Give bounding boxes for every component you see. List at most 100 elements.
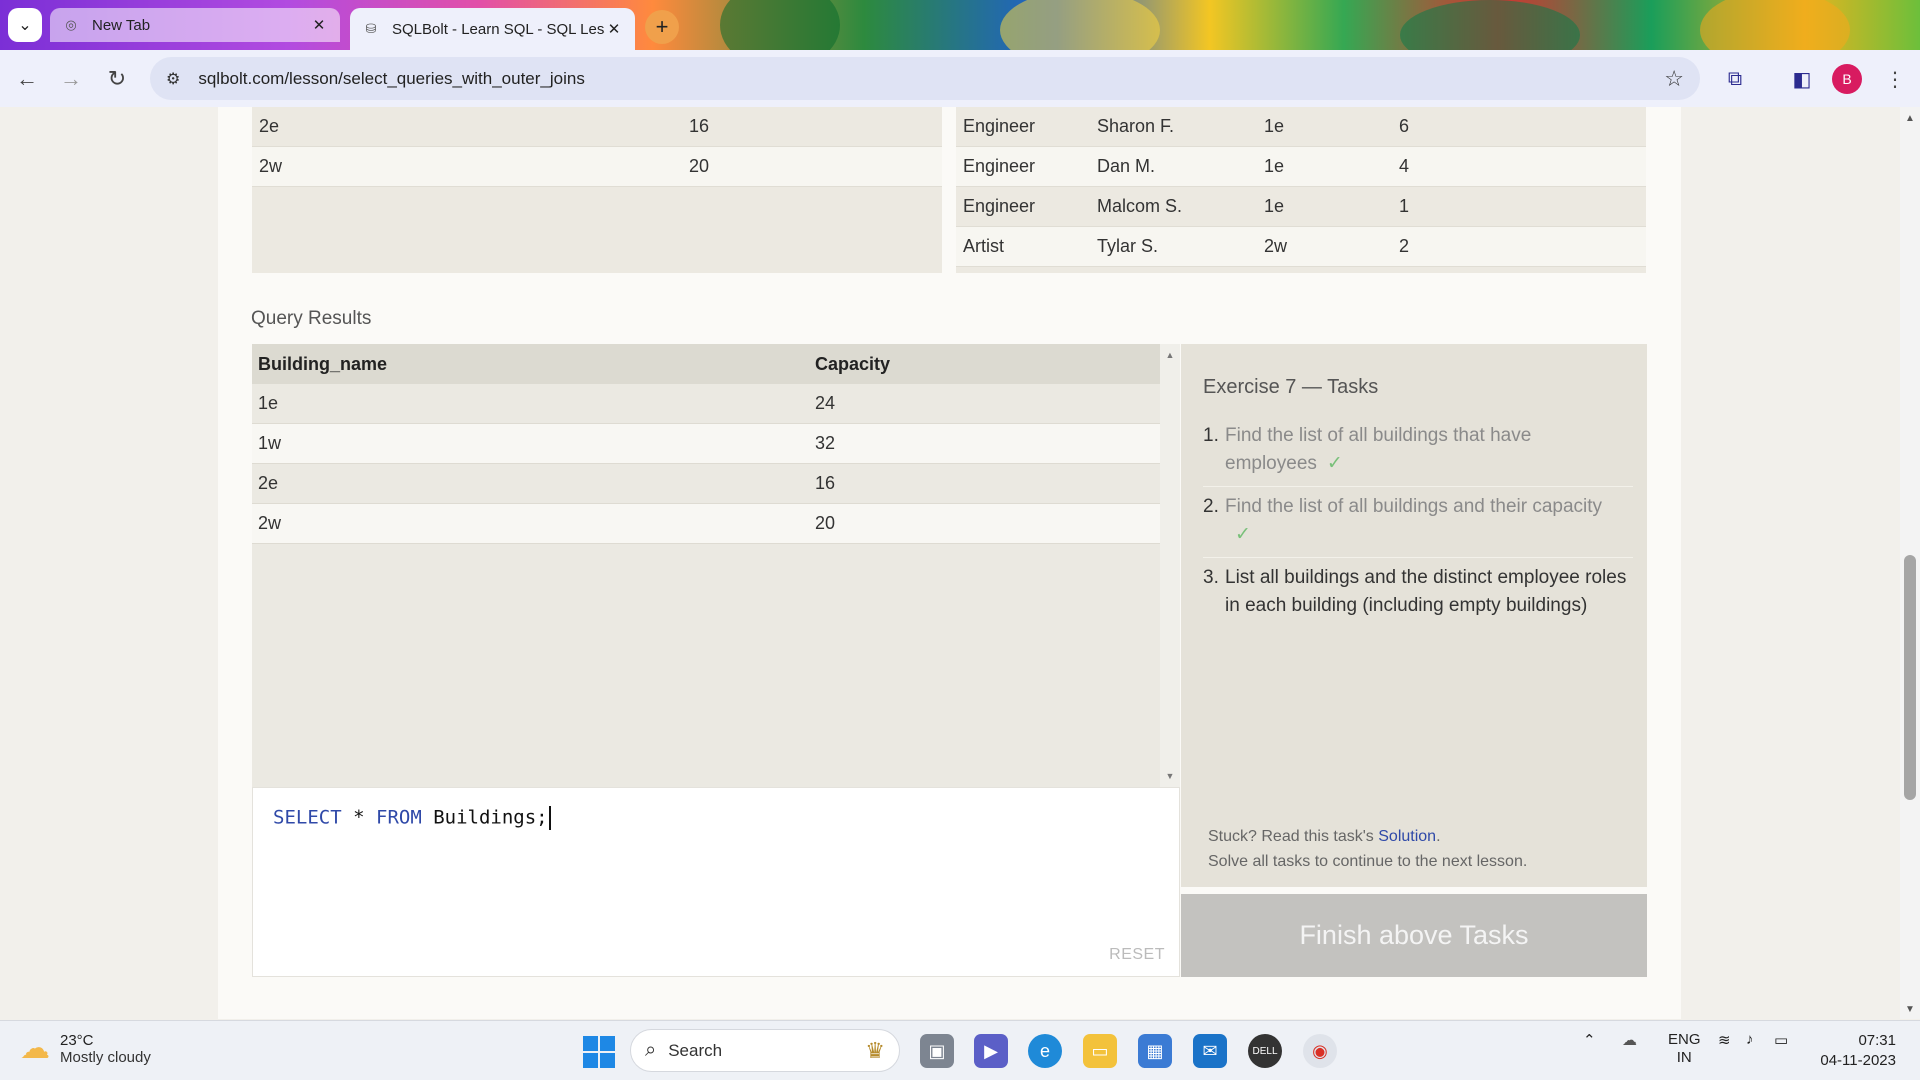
task-text: Find the list of all buildings and their…: [1225, 493, 1633, 549]
close-icon[interactable]: ✕: [310, 16, 328, 34]
edge-icon[interactable]: e: [1028, 1034, 1062, 1068]
wallpaper-decoration: [1400, 0, 1580, 50]
scroll-up-icon[interactable]: ▲: [1900, 113, 1920, 124]
avatar[interactable]: B: [1832, 64, 1862, 94]
exercise-title: Exercise 7 — Tasks: [1203, 376, 1379, 398]
microsoft-store-icon[interactable]: ▦: [1138, 1034, 1172, 1068]
scroll-up-icon[interactable]: ▲: [1160, 350, 1180, 360]
table-cell: 1: [1399, 196, 1410, 216]
clock-date: 04-11-2023: [1820, 1052, 1896, 1069]
task-text-content: Find the list of all buildings and their…: [1225, 496, 1603, 517]
table-row: 1e 24: [252, 384, 1160, 424]
table-row: 2e 16: [252, 107, 942, 147]
table-cell: 24: [815, 393, 836, 413]
new-tab-button[interactable]: +: [645, 10, 679, 44]
battery-icon[interactable]: ▭: [1774, 1031, 1788, 1049]
table-cell: 1e: [1264, 156, 1285, 176]
taskbar-search[interactable]: ⌕ Search ♛: [630, 1029, 900, 1072]
reset-button[interactable]: RESET: [1109, 946, 1165, 964]
sql-code[interactable]: SELECT * FROM Buildings;: [273, 806, 551, 830]
tab-search-button[interactable]: ⌄: [8, 8, 42, 42]
clock-time: 07:31: [1858, 1032, 1896, 1049]
scroll-down-icon[interactable]: ▼: [1900, 1004, 1920, 1015]
language-code: ENG: [1668, 1031, 1701, 1048]
address-bar[interactable]: ⚙ sqlbolt.com/lesson/select_queries_with…: [150, 57, 1700, 100]
task-item: 3. List all buildings and the distinct e…: [1203, 558, 1633, 628]
table-cell: 1e: [1264, 196, 1285, 216]
scroll-down-icon[interactable]: ▼: [1160, 771, 1180, 781]
continue-note: Solve all tasks to continue to the next …: [1208, 853, 1528, 870]
query-results-label: Query Results: [251, 308, 372, 329]
task-text-content: Find the list of all buildings that have…: [1225, 425, 1532, 474]
dell-icon[interactable]: DELL: [1248, 1034, 1282, 1068]
table-cell: 20: [815, 513, 836, 533]
weather-widget[interactable]: ☁ 23°C Mostly cloudy: [20, 1031, 151, 1066]
finish-tasks-button[interactable]: Finish above Tasks: [1181, 894, 1647, 977]
tab-sqlbolt[interactable]: ⛁ SQLBolt - Learn SQL - SQL Less ✕: [350, 8, 635, 50]
tab-new-tab[interactable]: ◎ New Tab ✕: [50, 8, 340, 42]
exercise-tasks-panel: Exercise 7 — Tasks 1. Find the list of a…: [1181, 344, 1647, 887]
table-cell: 2e: [259, 116, 280, 136]
reload-icon[interactable]: ↻: [100, 62, 134, 96]
table-cell: 2: [1399, 236, 1410, 256]
table-cell: Malcom S.: [1097, 196, 1183, 216]
task-view-icon[interactable]: ▣: [920, 1034, 954, 1068]
employees-table-preview: Engineer Sharon F. 1e 6 Engineer Dan M. …: [956, 107, 1646, 273]
extensions-icon[interactable]: ⧉: [1720, 64, 1750, 94]
weather-condition: Mostly cloudy: [60, 1048, 151, 1066]
bookmark-star-icon[interactable]: ☆: [1664, 66, 1684, 92]
task-number: 2.: [1203, 496, 1219, 517]
check-icon: ✓: [1326, 453, 1343, 474]
results-scrollbar[interactable]: ▲ ▼: [1160, 344, 1180, 787]
teams-chat-icon[interactable]: ▶: [974, 1034, 1008, 1068]
side-panel-icon[interactable]: ◧: [1787, 64, 1817, 94]
volume-icon[interactable]: ♪: [1746, 1031, 1754, 1048]
browser-toolbar: ← → ↻ ⚙ sqlbolt.com/lesson/select_querie…: [0, 50, 1920, 107]
database-icon: ⛁: [365, 21, 377, 36]
region-code: IN: [1676, 1049, 1692, 1066]
table-header: Building_name Capacity: [252, 344, 1160, 384]
site-settings-icon[interactable]: ⚙: [166, 69, 180, 89]
sql-token: *: [353, 806, 365, 829]
mail-icon[interactable]: ✉: [1193, 1034, 1227, 1068]
text-cursor: [548, 806, 551, 830]
url-text[interactable]: sqlbolt.com/lesson/select_queries_with_o…: [198, 69, 1664, 89]
chrome-icon[interactable]: ◉: [1303, 1034, 1337, 1068]
sql-token: Buildings;: [433, 806, 548, 829]
scrollbar-thumb[interactable]: [1904, 555, 1916, 800]
windows-taskbar: ☁ 23°C Mostly cloudy ⌕ Search ♛ ▣ ▶ e ▭ …: [0, 1020, 1920, 1080]
language-indicator[interactable]: ENG IN: [1668, 1031, 1701, 1067]
table-cell: 6: [1399, 116, 1410, 136]
table-cell: Engineer: [963, 116, 1036, 136]
table-row: 1w 32: [252, 424, 1160, 464]
page-scrollbar[interactable]: ▲ ▼: [1900, 107, 1920, 1019]
onedrive-cloud-icon[interactable]: ☁: [1622, 1031, 1637, 1049]
wallpaper-decoration: [1700, 0, 1850, 50]
table-cell: 1e: [258, 393, 279, 413]
table-row: Engineer Sharon F. 1e 6: [956, 107, 1646, 147]
close-icon[interactable]: ✕: [605, 20, 623, 38]
help-prefix: Stuck? Read this task's: [1208, 828, 1379, 845]
task-number: 1.: [1203, 425, 1219, 446]
task-text: List all buildings and the distinct empl…: [1225, 567, 1627, 616]
start-button[interactable]: [583, 1036, 615, 1068]
menu-kebab-icon[interactable]: ⋮: [1880, 64, 1910, 94]
task-list: 1. Find the list of all buildings that h…: [1203, 416, 1633, 628]
windows-logo-pane: [583, 1036, 598, 1051]
sql-editor[interactable]: SELECT * FROM Buildings; RESET: [252, 787, 1180, 977]
table-row: Engineer Malcom S. 1e 1: [956, 187, 1646, 227]
forward-icon[interactable]: →: [54, 62, 88, 96]
table-cell: 1w: [258, 433, 282, 453]
wifi-icon[interactable]: ≋: [1718, 1031, 1731, 1049]
search-highlight-icon: ♛: [865, 1037, 885, 1063]
table-cell: Dan M.: [1097, 156, 1156, 176]
table-cell: 16: [689, 116, 710, 136]
file-explorer-icon[interactable]: ▭: [1083, 1034, 1117, 1068]
system-clock[interactable]: 07:31 04-11-2023: [1820, 1031, 1896, 1071]
show-hidden-icons-icon[interactable]: ⌃: [1583, 1031, 1596, 1049]
table-cell: 4: [1399, 156, 1410, 176]
solution-link[interactable]: Solution: [1378, 828, 1436, 845]
search-label: Search: [668, 1040, 723, 1060]
back-icon[interactable]: ←: [10, 62, 44, 96]
column-header: Building_name: [258, 353, 388, 374]
